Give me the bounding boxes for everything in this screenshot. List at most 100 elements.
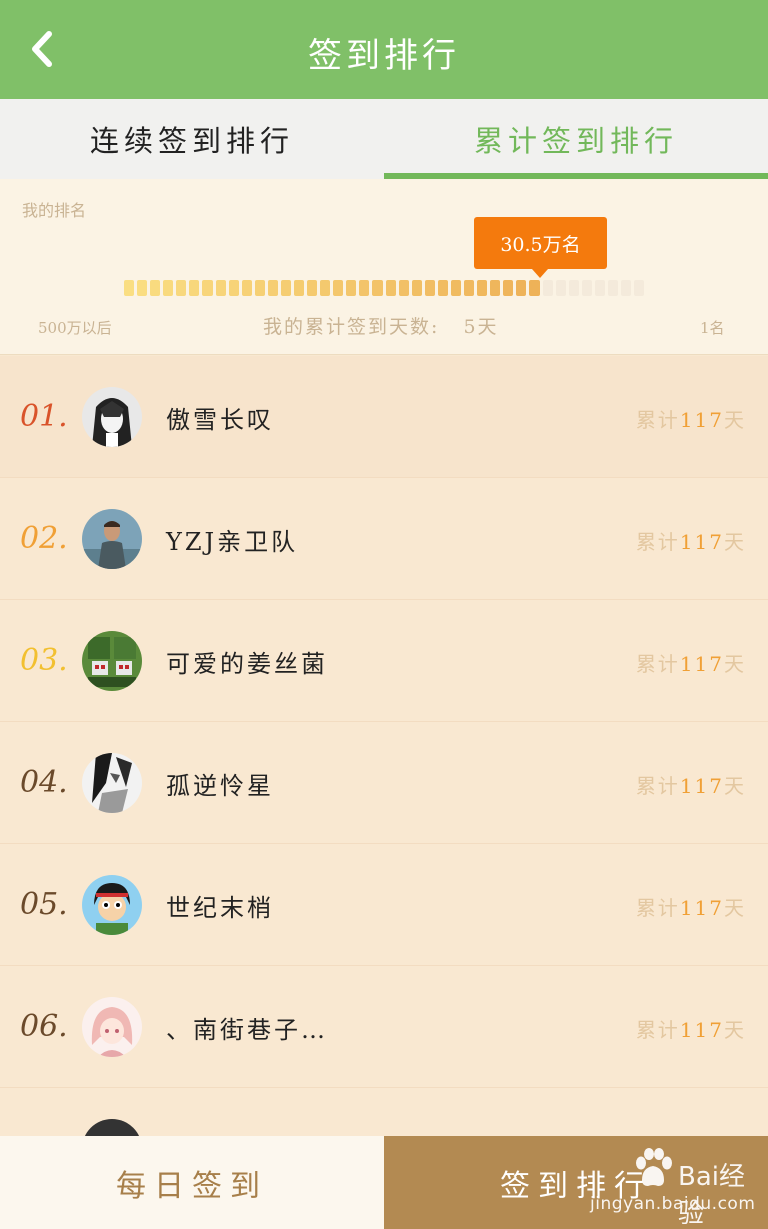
total-prefix: 累计 [635,530,680,554]
progress-segment-filled [490,280,501,296]
rank-bubble-pointer [532,269,548,278]
rank-number: 01. [20,399,68,434]
progress-segment-filled [477,280,488,296]
rank-list-item[interactable]: 04. 孤逆怜星 累计117天 [0,722,768,844]
total-suffix: 天 [724,1018,746,1042]
progress-segment-filled [202,280,213,296]
progress-segment-empty [607,280,618,296]
total-suffix: 天 [724,530,746,554]
progress-segment-filled [254,280,265,296]
my-rank-label: 我的排名 [22,201,87,220]
man-avatar-icon [82,509,142,569]
user-name: 傲雪长叹 [166,406,274,434]
progress-segment-filled [385,280,396,296]
tab-continuous-ranking[interactable]: 连续签到排行 [0,99,384,179]
user-name: 孤逆怜星 [166,772,274,800]
progress-segment-empty [620,280,632,296]
progress-segment-empty [542,280,553,296]
progress-segment-filled [411,280,422,296]
progress-segment-filled [124,280,135,296]
rank-number: 06. [20,1009,68,1044]
progress-segment-filled [163,280,174,296]
total-number: 117 [679,408,724,432]
total-days: 累计117天 [636,404,746,433]
progress-segment-filled [372,280,383,296]
cumulative-days-text: 我的累计签到天数: 5天 [263,312,499,339]
total-prefix: 累计 [635,408,680,432]
total-suffix: 天 [724,896,746,920]
cartoon-boy-avatar-icon [82,875,142,935]
total-number: 117 [679,896,724,920]
my-rank-panel: 我的排名 30.5万名 500万以后 我的累计签到天数: 5天 1名 [0,179,768,355]
progress-segment-filled [450,280,462,296]
rank-list-item[interactable]: 06. 、南街巷子… 累计117天 [0,966,768,1088]
total-number: 117 [679,1018,724,1042]
total-suffix: 天 [724,774,746,798]
rank-number: 05. [20,887,68,922]
rank-list-item[interactable]: 05. 世纪末梢 累计117天 [0,844,768,966]
tab-cumulative-ranking[interactable]: 累计签到排行 [384,99,768,179]
progress-segment-empty [568,280,579,296]
progress-segment-filled [503,280,514,296]
progress-segment-filled [280,280,292,296]
total-days: 累计117天 [636,526,746,555]
rank-progress-bar [124,280,645,296]
total-number: 117 [679,530,724,554]
progress-segment-filled [150,280,161,296]
baidu-jingyan-watermark: Bai经验 jingyan.baidu.com [590,1148,760,1229]
total-prefix: 累计 [635,896,680,920]
progress-segment-filled [333,280,344,296]
total-prefix: 累计 [635,774,680,798]
rank-number: 03. [20,643,68,678]
user-name: YZJ亲卫队 [166,528,299,556]
total-days: 累计117天 [636,892,746,921]
watermark-url: jingyan.baidu.com [590,1194,756,1214]
header-bar: 签到排行 [0,0,768,99]
pixel-creature-avatar-icon [82,631,142,691]
progress-end-label: 1名 [700,319,725,337]
progress-segment-filled [320,280,331,296]
progress-segment-filled [424,280,435,296]
rank-list: 01. 傲雪长叹 累计117天 02. YZJ亲卫队 累计117天 03. 可爱… [0,356,768,1210]
progress-start-label: 500万以后 [38,319,112,337]
progress-segment-filled [215,280,226,296]
paw-icon [636,1148,672,1186]
progress-segment-empty [634,280,645,296]
total-prefix: 累计 [635,652,680,676]
total-number: 117 [679,774,724,798]
total-days: 累计117天 [636,648,746,677]
total-days: 累计117天 [636,1014,746,1043]
rank-list-item[interactable]: 03. 可爱的姜丝菌 累计117天 [0,600,768,722]
anime-avatar-icon [82,387,142,447]
user-name: 世纪末梢 [166,894,274,922]
user-name: 可爱的姜丝菌 [166,650,328,678]
progress-segment-empty [581,280,592,296]
progress-segment-empty [594,280,605,296]
user-name: 、南街巷子… [166,1016,328,1044]
cumulative-days-value: 5天 [463,316,499,338]
progress-segment-filled [346,280,357,296]
rank-number: 02. [20,521,68,556]
daily-checkin-button[interactable]: 每日签到 [0,1136,384,1229]
rank-list-item[interactable]: 01. 傲雪长叹 累计117天 [0,356,768,478]
progress-segment-filled [267,280,278,296]
rank-list-item[interactable]: 02. YZJ亲卫队 累计117天 [0,478,768,600]
total-number: 117 [679,652,724,676]
progress-segment-filled [359,280,370,296]
page-title: 签到排行 [308,36,460,76]
progress-segment-filled [137,280,148,296]
progress-segment-filled [176,280,187,296]
progress-segment-filled [228,280,239,296]
progress-segment-filled [398,280,409,296]
total-prefix: 累计 [635,1018,680,1042]
rank-number: 04. [20,765,68,800]
watermark-text: Bai经验 [678,1162,745,1229]
progress-segment-filled [189,280,200,296]
sketch-avatar-icon [82,753,142,813]
progress-segment-filled [241,280,252,296]
progress-segment-filled [307,280,318,296]
progress-segment-filled [529,280,540,296]
progress-segment-empty [555,280,566,296]
progress-segment-filled [516,280,527,296]
progress-segment-filled [464,280,475,296]
